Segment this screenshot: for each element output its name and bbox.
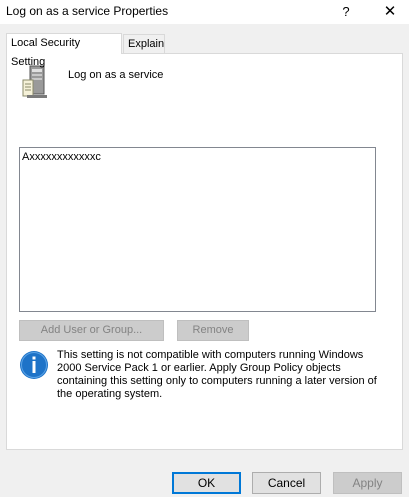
info-icon [19,350,49,380]
close-button[interactable]: ✕ [380,2,400,22]
add-user-or-group-button[interactable]: Add User or Group... [19,320,164,341]
tab-panel: Log on as a service Axxxxxxxxxxxxc Add U… [6,53,403,450]
compatibility-note: This setting is not compatible with comp… [57,349,377,400]
ok-button[interactable]: OK [172,472,241,494]
accounts-listbox[interactable]: Axxxxxxxxxxxxc [19,147,376,312]
cancel-button[interactable]: Cancel [252,472,321,494]
policy-name: Log on as a service [68,69,164,81]
help-button[interactable]: ? [336,2,356,22]
title-bar: Log on as a service Properties ? ✕ [0,0,409,24]
apply-button[interactable]: Apply [333,472,402,494]
remove-button[interactable]: Remove [177,320,249,341]
tab-local-security-setting[interactable]: Local Security Setting [6,33,122,68]
window-title: Log on as a service Properties [6,4,169,18]
list-item[interactable]: Axxxxxxxxxxxxc [22,151,101,163]
tab-explain[interactable]: Explain [123,34,165,53]
